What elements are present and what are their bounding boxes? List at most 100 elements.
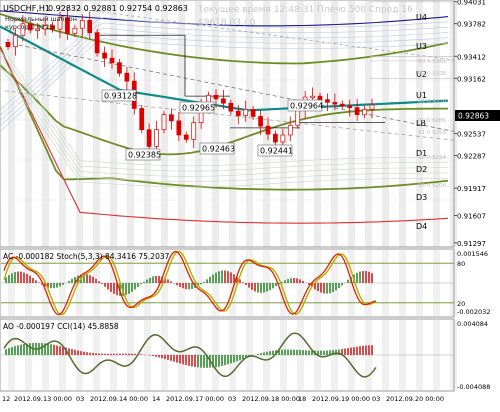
candle-body: [161, 114, 167, 131]
time-axis-label: 14: [152, 395, 160, 403]
pivot-value-label: S3 0.9208: [418, 183, 446, 189]
level-label: D4: [416, 222, 427, 231]
candle-body: [332, 101, 338, 105]
pivot-value-label: R2 0.9336: [418, 71, 447, 77]
candle-body: [117, 62, 122, 74]
price-tick-label: 0.92537: [457, 130, 486, 138]
chart-canvas[interactable]: 0.93128 0.92965 0.92964 0.92385 0.92463 0.924…: [0, 0, 500, 408]
header-ohlc: 0.92832 0.92881 0.92754 0.92863: [48, 4, 188, 13]
candle-body: [213, 94, 219, 100]
header-symbol: USDCHF,H1: [3, 4, 50, 13]
candle-body: [265, 125, 271, 135]
candle-body: [139, 108, 145, 131]
candle-body: [339, 103, 345, 107]
candle-body: [317, 95, 323, 101]
stripe: [229, 1, 236, 247]
ac-label: AC -0.000182 Stoch(5,3,3) 84.3416 75.203…: [3, 252, 170, 261]
candle-body: [228, 102, 234, 112]
stripe: [433, 1, 440, 247]
annotation-value: 0.92385: [128, 151, 161, 160]
candle-body: [273, 133, 278, 143]
time-axis-label: 12: [2, 395, 10, 403]
level-label: D3: [416, 193, 427, 202]
candle-body: [5, 41, 11, 48]
candle-body: [72, 27, 78, 34]
stripe: [399, 1, 406, 247]
price-tick-label: 0.91297: [457, 240, 486, 248]
candle-body: [287, 124, 293, 136]
level-label: D2: [416, 165, 427, 174]
time-axis-label: 18: [298, 395, 306, 403]
time-axis: 12 2012.09.13 00:00 03 2012.09.14 00:00 14 20…: [2, 395, 444, 403]
price-tick-label: 0.93412: [457, 53, 486, 61]
chart-window: 0.93128 0.92965 0.92964 0.92385 0.92463 0.924…: [0, 0, 500, 408]
price-tick-label: 0.91607: [457, 213, 486, 221]
candle-body: [258, 116, 263, 127]
ac-tick-label: 80: [457, 260, 465, 268]
time-axis-label: 03: [372, 395, 380, 403]
time-axis-label: 2012.09.20 00:00: [386, 395, 444, 403]
stripe: [144, 1, 151, 247]
ac-tick-label: 0.001546: [457, 250, 488, 258]
candle-body: [191, 122, 197, 140]
candle-body: [362, 109, 367, 116]
candle-body: [176, 120, 182, 136]
balance-info: $9618.03 / 0: [198, 18, 256, 28]
candle-body: [235, 110, 241, 116]
annotation-value: 0.93128: [104, 92, 137, 101]
candle-body: [221, 98, 226, 104]
pivot-value-label: PP 0.9285: [418, 118, 446, 124]
price-tick-label: 0.93162: [457, 75, 486, 83]
level-label: U4: [416, 13, 427, 22]
time-axis-label: 2012.09.14 00:00: [90, 395, 148, 403]
stripe: [127, 1, 134, 247]
pivot-value-label: R1 0.9310: [418, 99, 447, 105]
ao-tick-label: -0.004088: [457, 383, 490, 391]
ac-tick-label: 20: [457, 300, 465, 308]
stripe: [365, 1, 372, 247]
candle-body: [354, 107, 360, 116]
annotation-value: 0.92964: [290, 102, 323, 111]
candle-body: [243, 109, 249, 116]
level-label: U3: [416, 42, 427, 51]
candle-body: [183, 134, 189, 140]
annotation-value: 0.92965: [182, 104, 215, 113]
price-tick-label: 0.91917: [457, 185, 486, 193]
candle-body: [109, 57, 115, 63]
pivot-value-label: S1 0.9259: [418, 130, 446, 136]
pivot-value-label: S2 0.9234: [418, 155, 446, 161]
time-axis-label: 2012.09.19 00:00: [312, 395, 370, 403]
pivot-value-label: R3 0.9361: [418, 59, 446, 65]
stripe: [212, 1, 219, 247]
time-axis-label: 03: [228, 395, 236, 403]
candle-body: [154, 129, 159, 147]
candle-body: [169, 114, 174, 122]
stripe: [348, 1, 355, 247]
candle-body: [325, 99, 330, 103]
time-axis-label: 2012.09.18 00:00: [242, 395, 300, 403]
stripe: [246, 1, 253, 247]
candle-body: [310, 95, 315, 99]
price-tick-label: 0.94031: [457, 0, 486, 7]
candle-body: [94, 32, 100, 54]
price-tick-label: 0.93782: [457, 21, 486, 29]
stripe: [110, 1, 117, 247]
stripe: [382, 1, 389, 247]
time-axis-label: 03: [76, 395, 84, 403]
candle-body: [79, 19, 85, 29]
candle-body: [280, 134, 286, 143]
time-axis-label: 2012.09.13 00:00: [14, 395, 72, 403]
time-info: Текущее время 12:48:31 Плечо 500 Спред 1…: [197, 5, 413, 15]
ac-tick-label: -0.002032: [457, 308, 490, 316]
candle-body: [369, 104, 375, 110]
stripe: [25, 1, 32, 247]
candle-body: [87, 19, 93, 33]
current-price-label: 0.92863: [458, 112, 489, 121]
candle-body: [13, 34, 18, 48]
ao-tick-label: 0.004084: [457, 320, 488, 328]
annotation-value: 0.92463: [202, 145, 235, 154]
candle-body: [102, 52, 107, 59]
price-tick-label: 0.92287: [457, 153, 486, 161]
candle-body: [347, 105, 353, 108]
candle-body: [250, 109, 256, 117]
